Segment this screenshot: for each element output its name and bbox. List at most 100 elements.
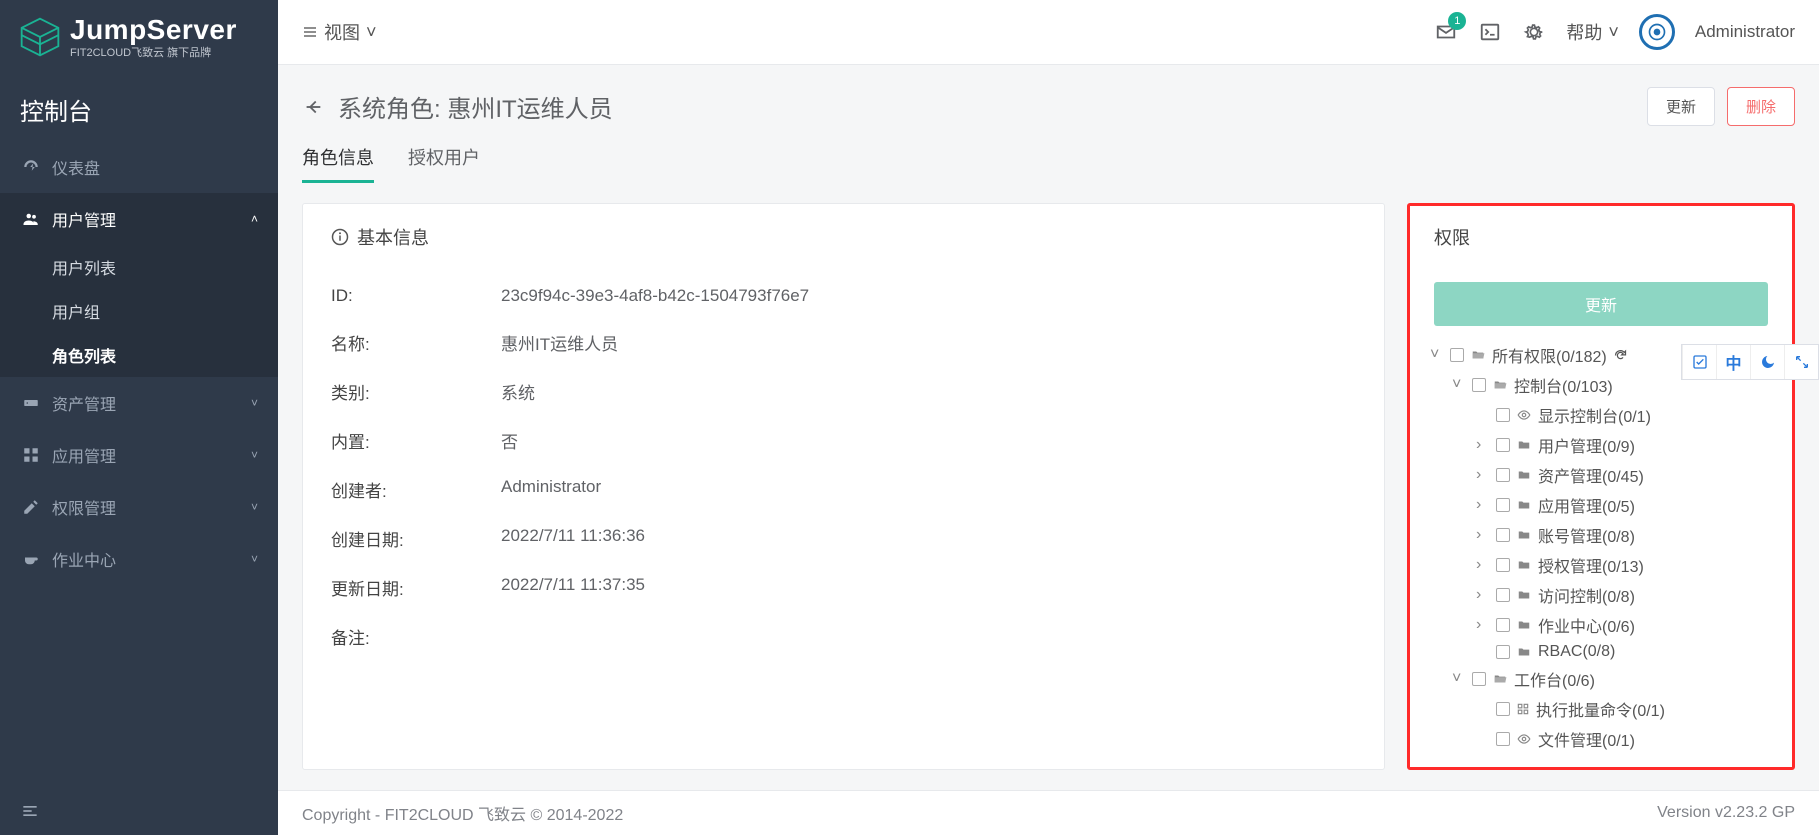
coffee-icon <box>20 550 42 568</box>
caret-right-icon[interactable]: › <box>1476 586 1490 604</box>
users-icon <box>20 210 42 228</box>
tree-node-label: 作业中心(0/6) <box>1538 613 1635 637</box>
sidebar-subitem-user-list[interactable]: 用户列表 <box>0 245 278 289</box>
tree-node[interactable]: ›资产管理(0/45) <box>1422 460 1780 490</box>
info-label-created: 创建日期: <box>331 526 501 551</box>
basic-info-title: 基本信息 <box>357 224 429 250</box>
tree-node[interactable]: ›用户管理(0/9) <box>1422 430 1780 460</box>
caret-right-icon[interactable]: › <box>1476 436 1490 454</box>
collapse-icon[interactable] <box>20 801 258 821</box>
tab-auth-users[interactable]: 授权用户 <box>408 144 480 183</box>
tree-checkbox[interactable] <box>1496 408 1510 422</box>
tree-checkbox[interactable] <box>1496 438 1510 452</box>
folder-icon <box>1516 588 1532 602</box>
tree-node-label: RBAC(0/8) <box>1538 643 1615 661</box>
expand-icon[interactable] <box>1784 345 1818 379</box>
tree-checkbox[interactable] <box>1496 645 1510 659</box>
sidebar: JumpServer FIT2CLOUD飞致云 旗下品牌 控制台 仪表盘 用户管… <box>0 0 278 835</box>
folder-icon <box>1516 438 1532 452</box>
chevron-down-icon: ˅ <box>251 448 258 462</box>
delete-button[interactable]: 删除 <box>1727 87 1795 126</box>
permissions-tree[interactable]: ˅所有权限(0/182) ˅控制台(0/103)显示控制台(0/1)›用户管理(… <box>1410 340 1792 754</box>
tree-checkbox[interactable] <box>1496 468 1510 482</box>
sidebar-item-perms[interactable]: 权限管理 ˅ <box>0 481 278 533</box>
tree-checkbox[interactable] <box>1496 618 1510 632</box>
info-value-type: 系统 <box>501 379 535 404</box>
view-label: 视图 <box>324 19 360 45</box>
info-value-creator: Administrator <box>501 477 601 502</box>
edit-icon <box>20 498 42 516</box>
tab-role-info[interactable]: 角色信息 <box>302 144 374 183</box>
sidebar-item-jobs[interactable]: 作业中心 ˅ <box>0 533 278 585</box>
tree-checkbox[interactable] <box>1496 732 1510 746</box>
caret-right-icon[interactable]: › <box>1476 466 1490 484</box>
page-title: 系统角色: 惠州IT运维人员 <box>338 89 613 124</box>
mail-icon[interactable]: 1 <box>1434 20 1458 44</box>
copyright-text: Copyright - FIT2CLOUD 飞致云 © 2014-2022 <box>302 801 623 825</box>
sidebar-subitem-role-list[interactable]: 角色列表 <box>0 333 278 377</box>
terminal-icon[interactable] <box>1478 20 1502 44</box>
caret-down-icon[interactable]: ˅ <box>1430 346 1444 364</box>
caret-right-icon[interactable]: › <box>1476 616 1490 634</box>
folder-open-icon <box>1492 672 1508 686</box>
tree-checkbox[interactable] <box>1496 588 1510 602</box>
tree-checkbox[interactable] <box>1496 498 1510 512</box>
tree-node-label: 显示控制台(0/1) <box>1538 403 1651 427</box>
tree-node[interactable]: › 账号管理(0/8) <box>1422 520 1780 550</box>
tree-node[interactable]: › 应用管理(0/5) <box>1422 490 1780 520</box>
permissions-title: 权限 <box>1434 224 1470 250</box>
tree-node[interactable]: 执行批量命令(0/1) <box>1422 694 1780 724</box>
tree-node[interactable]: RBAC(0/8) <box>1422 640 1780 664</box>
chevron-down-icon: ˅ <box>251 396 258 410</box>
perm-update-button[interactable]: 更新 <box>1434 282 1768 326</box>
caret-right-icon[interactable]: › <box>1476 556 1490 574</box>
tree-checkbox[interactable] <box>1472 672 1486 686</box>
info-label-creator: 创建者: <box>331 477 501 502</box>
tree-checkbox[interactable] <box>1472 378 1486 392</box>
moon-icon[interactable] <box>1750 345 1784 379</box>
logo[interactable]: JumpServer FIT2CLOUD飞致云 旗下品牌 <box>0 0 278 74</box>
avatar[interactable] <box>1639 14 1675 50</box>
info-value-updated: 2022/7/11 11:37:35 <box>501 575 645 600</box>
tree-node-label: 账号管理(0/8) <box>1538 523 1635 547</box>
tree-node[interactable]: › 作业中心(0/6) <box>1422 610 1780 640</box>
tree-checkbox[interactable] <box>1496 528 1510 542</box>
mail-badge: 1 <box>1448 12 1466 30</box>
tree-node[interactable]: 文件管理(0/1) <box>1422 724 1780 754</box>
tree-node-label: 应用管理(0/5) <box>1538 493 1635 517</box>
gear-icon[interactable] <box>1522 20 1546 44</box>
tree-node[interactable]: ›访问控制(0/8) <box>1422 580 1780 610</box>
topbar-username[interactable]: Administrator <box>1695 22 1795 42</box>
sidebar-item-apps[interactable]: 应用管理 ˅ <box>0 429 278 481</box>
grid-icon <box>20 446 42 464</box>
tree-node-label: 文件管理(0/1) <box>1538 727 1635 751</box>
sidebar-item-label: 作业中心 <box>52 547 116 571</box>
info-value-builtin: 否 <box>501 428 518 453</box>
help-dropdown[interactable]: 帮助 ˅ <box>1566 19 1619 45</box>
update-button[interactable]: 更新 <box>1647 87 1715 126</box>
tree-checkbox[interactable] <box>1496 558 1510 572</box>
tree-node[interactable]: 显示控制台(0/1) <box>1422 400 1780 430</box>
version-text: Version v2.23.2 GP <box>1657 804 1795 822</box>
sidebar-item-dashboard[interactable]: 仪表盘 <box>0 141 278 193</box>
info-label-id: ID: <box>331 286 501 306</box>
tree-checkbox[interactable] <box>1496 702 1510 716</box>
sidebar-subitem-user-group[interactable]: 用户组 <box>0 289 278 333</box>
sidebar-item-users[interactable]: 用户管理 ˄ <box>0 193 278 245</box>
caret-right-icon[interactable]: › <box>1476 526 1490 544</box>
lang-switch[interactable]: 中 <box>1716 345 1750 379</box>
sidebar-item-assets[interactable]: 资产管理 ˅ <box>0 377 278 429</box>
caret-right-icon[interactable]: › <box>1476 496 1490 514</box>
refresh-icon[interactable] <box>1613 348 1628 363</box>
back-button[interactable] <box>302 96 324 118</box>
sidebar-item-label: 用户管理 <box>52 207 116 231</box>
caret-down-icon[interactable]: ˅ <box>1452 376 1466 394</box>
view-switcher[interactable]: 视图 ˅ <box>302 19 377 45</box>
side-toolbox: 中 <box>1681 344 1819 380</box>
help-label: 帮助 <box>1566 19 1602 45</box>
tree-node[interactable]: ›授权管理(0/13) <box>1422 550 1780 580</box>
caret-down-icon[interactable]: ˅ <box>1452 670 1466 688</box>
tree-node[interactable]: ˅工作台(0/6) <box>1422 664 1780 694</box>
checkbox-tool-icon[interactable] <box>1682 345 1716 379</box>
tree-checkbox[interactable] <box>1450 348 1464 362</box>
